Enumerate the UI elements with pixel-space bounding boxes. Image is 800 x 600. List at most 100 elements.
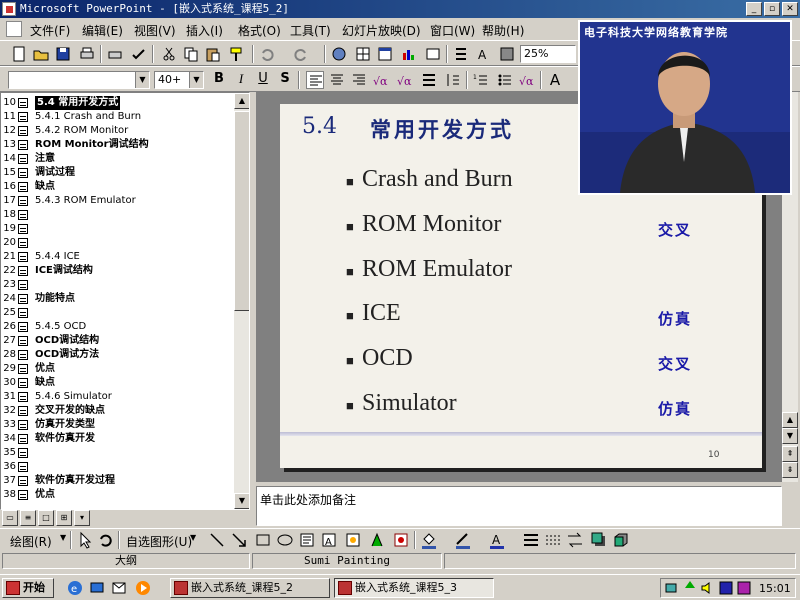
slide-icon[interactable] — [18, 364, 28, 374]
line-icon[interactable] — [208, 531, 226, 549]
ie-icon[interactable]: e — [66, 579, 84, 597]
save-icon[interactable] — [54, 45, 72, 63]
slide-icon[interactable] — [18, 322, 28, 332]
scroll-down-icon[interactable]: ▼ — [234, 493, 249, 509]
oval-icon[interactable] — [276, 531, 294, 549]
spelling-icon[interactable] — [130, 45, 148, 63]
insert-picture-icon[interactable] — [368, 531, 386, 549]
slide-icon[interactable] — [18, 196, 28, 206]
bold-button[interactable]: B — [210, 71, 228, 89]
open-icon[interactable] — [32, 45, 50, 63]
fill-color-icon[interactable] — [420, 531, 438, 549]
scroll-up-icon[interactable]: ▲ — [782, 412, 798, 428]
outline-view-icon[interactable]: ≡ — [20, 510, 36, 526]
slide-icon[interactable] — [18, 420, 28, 430]
slide-icon[interactable] — [18, 336, 28, 346]
increase-font-icon[interactable]: A — [546, 71, 564, 89]
grayscale-icon[interactable] — [498, 45, 516, 63]
arrow-style-icon[interactable] — [566, 531, 584, 549]
autoshapes-menu[interactable]: 自选图形(U) — [126, 533, 192, 550]
slide-icon[interactable] — [18, 462, 28, 472]
slide-sorter-icon[interactable]: ⊞ — [56, 510, 72, 526]
slideshow-icon[interactable]: ▾ — [74, 510, 90, 526]
slide-icon[interactable] — [18, 112, 28, 122]
textbox-icon[interactable] — [298, 531, 316, 549]
arrow-icon[interactable] — [230, 531, 248, 549]
font-name-select[interactable]: ▼ — [8, 71, 150, 89]
menu-insert[interactable]: 插入(I) — [186, 22, 223, 39]
next-slide-icon[interactable]: ⇟ — [782, 462, 798, 478]
slide-icon[interactable] — [18, 378, 28, 388]
outline-pane[interactable]: 10 5.4 常用开发方式 11 5.4.1 Crash and Burn 12 5.4.… — [0, 92, 250, 510]
format-painter-icon[interactable] — [228, 45, 246, 63]
slide-icon[interactable] — [18, 266, 28, 276]
tray-icon-network[interactable] — [663, 579, 681, 597]
menu-help[interactable]: 帮助(H) — [482, 22, 524, 39]
menu-file[interactable]: 文件(F) — [30, 22, 70, 39]
slide-icon[interactable] — [18, 280, 28, 290]
slide-icon[interactable] — [18, 448, 28, 458]
slide-icon[interactable] — [18, 392, 28, 402]
print-preview-icon[interactable] — [106, 45, 124, 63]
slide-icon[interactable] — [18, 182, 28, 192]
scroll-thumb[interactable] — [234, 111, 249, 311]
slide-icon[interactable] — [18, 154, 28, 164]
slide-icon[interactable] — [18, 238, 28, 248]
slide-icon[interactable] — [18, 224, 28, 234]
slide-icon[interactable] — [18, 308, 28, 318]
minimize-button[interactable]: _ — [746, 2, 762, 16]
task-button-1[interactable]: 嵌入式系统_课程5_2 — [170, 578, 330, 598]
align-center-icon[interactable] — [328, 71, 346, 89]
dash-style-icon[interactable] — [544, 531, 562, 549]
menu-edit[interactable]: 编辑(E) — [82, 22, 123, 39]
slide-icon[interactable] — [18, 406, 28, 416]
maximize-button[interactable]: ▫ — [764, 2, 780, 16]
rectangle-icon[interactable] — [254, 531, 272, 549]
cut-icon[interactable] — [160, 45, 178, 63]
draw-menu[interactable]: 绘图(R) — [10, 533, 52, 550]
3d-style-icon[interactable] — [612, 531, 630, 549]
slide-icon[interactable] — [18, 350, 28, 360]
slide-icon[interactable] — [18, 490, 28, 500]
align-left-icon[interactable] — [306, 71, 324, 89]
bullets-icon[interactable] — [496, 71, 514, 89]
insert-table-icon[interactable] — [376, 45, 394, 63]
tables-borders-icon[interactable] — [354, 45, 372, 63]
print-icon[interactable] — [78, 45, 96, 63]
chevron-down-icon[interactable]: ▼ — [135, 72, 149, 88]
redo-icon[interactable] — [292, 45, 310, 63]
slide-icon[interactable] — [18, 168, 28, 178]
outlook-icon[interactable] — [110, 579, 128, 597]
free-rotate-icon[interactable] — [96, 531, 114, 549]
font-color-icon[interactable]: A — [488, 531, 506, 549]
insert-chart-icon[interactable] — [400, 45, 418, 63]
clock[interactable]: 15:01 — [759, 582, 791, 595]
italic-button[interactable]: I — [232, 71, 250, 89]
tray-icon-app[interactable] — [717, 579, 735, 597]
tray-icon-app-2[interactable] — [735, 579, 753, 597]
document-icon[interactable] — [6, 21, 22, 37]
close-button[interactable]: ✕ — [782, 2, 798, 16]
slide-view-icon[interactable]: □ — [38, 510, 54, 526]
clipart-icon[interactable] — [344, 531, 362, 549]
hyperlink-icon[interactable] — [330, 45, 348, 63]
chevron-down-icon[interactable]: ▼ — [190, 533, 196, 542]
new-slide-icon[interactable] — [424, 45, 442, 63]
paste-icon[interactable] — [204, 45, 222, 63]
task-button-2[interactable]: 嵌入式系统_课程5_3 — [334, 578, 494, 598]
line-spacing-icon[interactable] — [444, 71, 462, 89]
media-player-icon[interactable] — [134, 579, 152, 597]
slide-icon[interactable] — [18, 210, 28, 220]
insert-diagram-icon[interactable] — [392, 531, 410, 549]
new-icon[interactable] — [10, 45, 28, 63]
slide-icon[interactable] — [18, 294, 28, 304]
numbering-icon[interactable]: 1 — [472, 71, 490, 89]
scroll-down-icon[interactable]: ▼ — [782, 428, 798, 444]
undo-icon[interactable] — [258, 45, 276, 63]
menu-window[interactable]: 窗口(W) — [430, 22, 475, 39]
volume-icon[interactable] — [699, 579, 717, 597]
line-style-icon[interactable] — [522, 531, 540, 549]
shadow-button[interactable]: S — [276, 71, 294, 89]
slide-icon[interactable] — [18, 98, 28, 108]
slide-icon[interactable] — [18, 140, 28, 150]
